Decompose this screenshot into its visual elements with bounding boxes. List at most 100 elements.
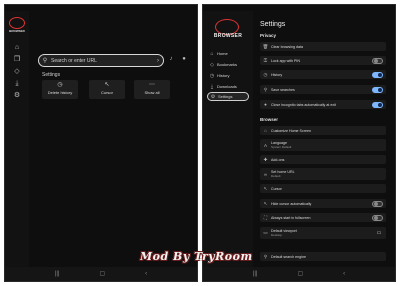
settings-heading: Settings bbox=[42, 72, 61, 78]
sidebar-item-label: Downloads bbox=[217, 84, 237, 89]
search-input[interactable]: ⚲ Search or enter URL › bbox=[38, 54, 164, 67]
sidebar-item-label: Settings bbox=[218, 94, 233, 99]
setting-default-viewport[interactable]: ▭ Default viewport Desktop ▭ bbox=[260, 227, 386, 239]
toggle-switch[interactable] bbox=[372, 101, 383, 108]
gear-icon[interactable]: ⚙ bbox=[12, 91, 22, 101]
bookmark-icon[interactable]: ◇ bbox=[12, 67, 22, 77]
setting-label: Default search engine bbox=[271, 254, 306, 259]
home-icon: ⌂ bbox=[264, 128, 267, 133]
logo-text: BROWSER bbox=[213, 33, 243, 39]
download-icon: ⤓ bbox=[210, 83, 214, 90]
setting-fullscreen[interactable]: ⛶ Always start in fullscreen bbox=[260, 213, 386, 222]
toggle-switch[interactable] bbox=[372, 200, 383, 207]
setting-sublabel: Desktop bbox=[271, 233, 283, 237]
setting-history[interactable]: ◷ History bbox=[260, 70, 386, 79]
setting-text: Set home URL Default bbox=[271, 170, 386, 178]
setting-label: Close incognito tabs automatically at ex… bbox=[271, 102, 336, 107]
back-icon[interactable]: ‹ bbox=[145, 271, 147, 277]
setting-save-searches[interactable]: ⚲ Save searches bbox=[260, 85, 386, 94]
quick-action-label: Cursor bbox=[100, 90, 113, 95]
setting-sublabel: System Default bbox=[271, 145, 292, 149]
toggle-switch[interactable] bbox=[372, 214, 383, 221]
viewport-icon: ▭ bbox=[263, 230, 268, 235]
setting-cursor[interactable]: ↖ Cursor bbox=[260, 184, 386, 193]
logo-text: BROWSER bbox=[9, 29, 25, 33]
puzzle-icon: ✚ bbox=[263, 156, 268, 162]
setting-lock-app[interactable]: ⚿ Lock app with PIN bbox=[260, 56, 386, 65]
setting-clear-browsing-data[interactable]: 🗑 Clear browsing data bbox=[260, 42, 386, 51]
history-icon: ◷ bbox=[263, 71, 268, 77]
search-icon: ⚲ bbox=[263, 253, 268, 259]
sidebar-item-downloads[interactable]: ⤓ Downloads bbox=[207, 82, 249, 91]
sidebar-item-label: Home bbox=[217, 51, 228, 56]
back-icon[interactable]: ‹ bbox=[343, 271, 345, 277]
home-button-icon[interactable]: ▢ bbox=[298, 271, 304, 277]
quick-action-label: Show all bbox=[144, 90, 160, 95]
incognito-icon[interactable]: ● bbox=[180, 56, 188, 65]
toggle-switch[interactable] bbox=[372, 71, 383, 78]
setting-text: Language System Default bbox=[271, 141, 386, 149]
toggle-switch[interactable] bbox=[372, 57, 383, 64]
sidebar-item-label: Bookmarks bbox=[217, 62, 238, 67]
sidebar-item-label: History bbox=[217, 73, 230, 78]
setting-label: Customize Home Screen bbox=[271, 128, 311, 133]
setting-close-incognito[interactable]: ● Close incognito tabs automatically at … bbox=[260, 100, 386, 109]
recents-icon[interactable]: ||| bbox=[253, 271, 258, 277]
setting-label: History bbox=[271, 72, 283, 77]
cursor-hide-icon: ↖ bbox=[263, 200, 268, 206]
microphone-icon[interactable]: ♪ bbox=[167, 56, 175, 65]
sidebar-item-bookmarks[interactable]: ◇ Bookmarks bbox=[207, 60, 249, 69]
tabs-icon[interactable]: ❐ bbox=[12, 55, 22, 65]
home-button-icon[interactable]: ▢ bbox=[100, 271, 106, 277]
setting-sublabel: Default bbox=[271, 174, 281, 178]
home-icon: ⌂ bbox=[210, 50, 214, 57]
page-title: Settings bbox=[260, 21, 286, 28]
setting-label: Clear browsing data bbox=[271, 44, 303, 49]
incognito-icon: ● bbox=[264, 102, 267, 107]
clock-icon: ◷ bbox=[57, 82, 63, 88]
status-bar bbox=[5, 5, 197, 11]
search-placeholder: Search or enter URL bbox=[51, 57, 97, 64]
history-icon: ◷ bbox=[209, 72, 215, 79]
quick-action-cursor[interactable]: ↖ Cursor bbox=[89, 80, 125, 99]
quick-action-delete-history[interactable]: ◷ Delete history bbox=[42, 80, 78, 99]
setting-label: Always start in fullscreen bbox=[271, 215, 311, 220]
home-icon[interactable]: ⌂ bbox=[12, 43, 22, 53]
setting-add-ons[interactable]: ✚ Add-ons bbox=[260, 155, 386, 164]
link-icon: ∞ bbox=[263, 171, 268, 177]
section-header-privacy: Privacy bbox=[260, 33, 277, 38]
setting-label: Save searches bbox=[271, 87, 295, 92]
sidebar-item-history[interactable]: ◷ History bbox=[207, 71, 249, 80]
setting-hide-cursor[interactable]: ↖ Hide cursor automatically bbox=[260, 199, 386, 208]
setting-label: Hide cursor automatically bbox=[271, 201, 312, 206]
watermark-text: Mod By TryRoom bbox=[140, 250, 253, 263]
recents-icon[interactable]: ||| bbox=[55, 271, 60, 277]
toggle-switch[interactable] bbox=[372, 86, 383, 93]
search-icon: ⚲ bbox=[263, 86, 268, 92]
settings-sidebar: BROWSER ⌂ Home ◇ Bookmarks ◷ History ⤓ D… bbox=[203, 11, 253, 267]
fullscreen-icon: ⛶ bbox=[263, 215, 268, 220]
right-screen: BROWSER ⌂ Home ◇ Bookmarks ◷ History ⤓ D… bbox=[202, 4, 396, 282]
setting-text: Default viewport Desktop bbox=[271, 229, 375, 237]
setting-label: Lock app with PIN bbox=[271, 58, 300, 63]
sidebar-item-settings[interactable]: ⚙ Settings bbox=[207, 92, 249, 101]
quick-action-show-all[interactable]: ⋯ Show all bbox=[134, 80, 170, 99]
system-nav-bar: ||| ▢ ‹ bbox=[5, 267, 197, 281]
setting-search-engine[interactable]: ⚲ Default search engine bbox=[260, 252, 386, 261]
sidebar-item-home[interactable]: ⌂ Home bbox=[207, 49, 249, 58]
download-icon[interactable]: ⤓ bbox=[12, 79, 22, 89]
left-screen: BROWSER ⌂ ❐ ◇ ⤓ ⚙ ⚲ Search or enter URL … bbox=[4, 4, 198, 282]
setting-home-url[interactable]: ∞ Set home URL Default bbox=[260, 168, 386, 180]
cursor-icon: ↖ bbox=[104, 82, 110, 88]
lock-icon: ⚿ bbox=[263, 58, 268, 63]
setting-language[interactable]: A Language System Default bbox=[260, 139, 386, 151]
setting-label: Cursor bbox=[271, 186, 282, 191]
language-icon: A bbox=[263, 142, 267, 148]
monitor-icon: ▭ bbox=[376, 230, 382, 236]
gear-icon: ⚙ bbox=[210, 93, 216, 100]
system-nav-bar: ||| ▢ ‹ bbox=[203, 267, 395, 281]
left-sidebar: BROWSER ⌂ ❐ ◇ ⤓ ⚙ bbox=[5, 11, 29, 267]
cursor-icon: ↖ bbox=[263, 185, 268, 191]
go-arrow-icon[interactable]: › bbox=[153, 58, 163, 64]
setting-customize-home[interactable]: ⌂ Customize Home Screen bbox=[260, 126, 386, 135]
